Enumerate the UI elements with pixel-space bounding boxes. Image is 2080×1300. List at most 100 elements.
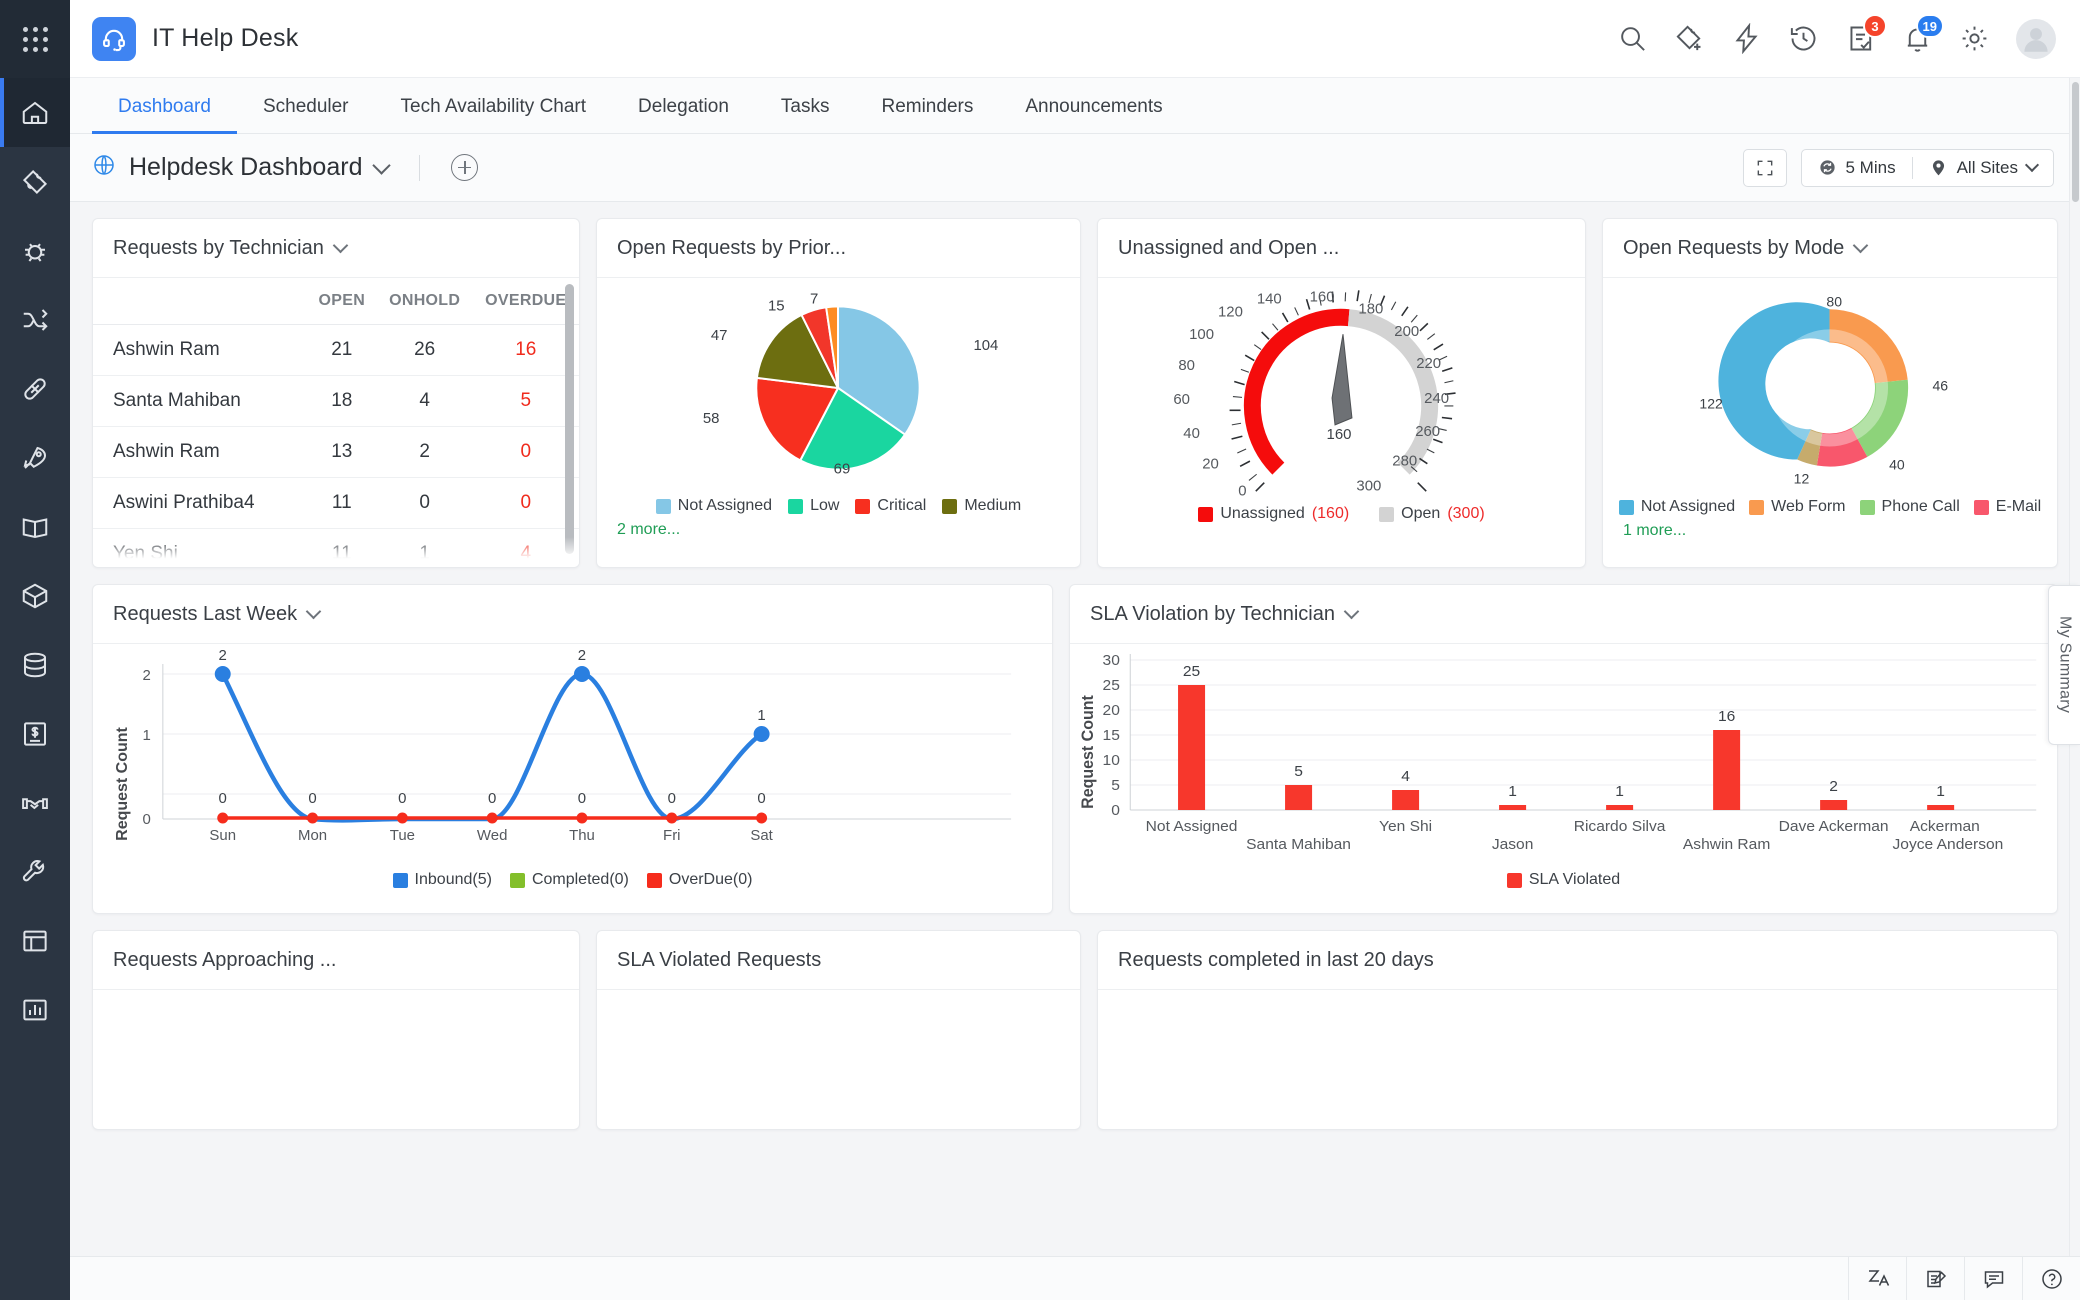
sidebar-item-releases[interactable] [0,354,70,423]
sidebar-item-projects[interactable] [0,423,70,492]
user-avatar[interactable] [2016,19,2056,59]
settings-icon[interactable] [1959,23,1990,54]
tab-tech-availability-chart[interactable]: Tech Availability Chart [375,96,613,133]
site-selector[interactable]: All Sites [1913,150,2053,186]
help-button[interactable] [2022,1257,2080,1300]
chevron-down-icon[interactable] [2025,158,2039,172]
legend-item-completed[interactable]: Completed(0) [510,871,629,889]
gauge-chart-unassigned-open[interactable]: 0 20 40 60 80 100 120 140 160 180 200 [1098,278,1585,503]
zia-button[interactable] [1848,1257,1906,1300]
table-row[interactable]: Santa Mahiban 18 4 5 [93,376,579,427]
chat-button[interactable] [1964,1257,2022,1300]
technician-table-scroll[interactable]: OPEN ONHOLD OVERDUE Ashwin Ram 21 26 [93,278,579,567]
gauge-tick-20: 20 [1202,456,1219,473]
legend-item-low[interactable]: Low [788,497,839,515]
dashboard-toolbar: Helpdesk Dashboard 5 Mins A [70,134,2080,202]
notes-button[interactable] [1906,1257,1964,1300]
pie-chart-priority[interactable]: 104 69 58 47 15 7 [597,278,1080,493]
apps-grid-button[interactable] [0,0,70,78]
my-summary-tab[interactable]: My Summary [2048,585,2080,745]
sidebar-item-reports[interactable] [0,975,70,1044]
legend-more-link[interactable]: 1 more... [1623,522,1686,539]
widget-header[interactable]: SLA Violation by Technician [1070,585,2057,644]
sidebar-item-problems[interactable] [0,216,70,285]
sidebar-item-requests[interactable] [0,147,70,216]
legend-item-sla-violated[interactable]: SLA Violated [1507,871,1620,889]
legend-item-email[interactable]: E-Mail [1974,498,2041,516]
widget-header[interactable]: Requests Last Week [93,585,1052,644]
tab-reminders[interactable]: Reminders [855,96,999,133]
widget-header[interactable]: Unassigned and Open ... [1098,219,1585,278]
table-scrollbar[interactable] [565,284,574,554]
line-chart-requests-last-week[interactable]: Request Count 2 1 0 [93,644,1052,859]
tab-dashboard[interactable]: Dashboard [92,96,237,133]
sidebar-item-home[interactable] [0,78,70,147]
bar-chart-sla-violation[interactable]: Request Count [1070,644,2057,859]
widget-header[interactable]: Open Requests by Mode [1603,219,2057,278]
sidebar-item-spaces[interactable] [0,906,70,975]
search-icon[interactable] [1617,23,1648,54]
legend-item-medium[interactable]: Medium [942,497,1021,515]
dashboard-selector[interactable]: Helpdesk Dashboard [92,153,478,182]
widget-header[interactable]: Requests Approaching ... [93,931,579,990]
legend-more-link[interactable]: 2 more... [617,521,680,538]
legend-item-critical[interactable]: Critical [855,497,926,515]
quick-actions-icon[interactable] [1731,23,1762,54]
chevron-down-icon[interactable] [1344,604,1360,620]
notifications-icon[interactable]: 19 [1902,23,1933,54]
tab-scheduler[interactable]: Scheduler [237,96,375,133]
plus-circle-icon[interactable] [451,154,478,181]
chevron-down-icon[interactable] [373,156,391,174]
tab-tasks[interactable]: Tasks [755,96,856,133]
tab-announcements[interactable]: Announcements [999,96,1188,133]
sidebar-item-setup[interactable] [0,837,70,906]
table-row[interactable]: Ashwin Ram 13 2 0 [93,427,579,478]
fullscreen-icon [1755,158,1775,178]
dashboard-name[interactable]: Helpdesk Dashboard [129,153,362,182]
chevron-down-icon[interactable] [306,604,322,620]
fullscreen-button[interactable] [1743,149,1787,187]
gauge-tick-280: 280 [1392,453,1417,470]
sidebar-items [0,78,70,1044]
chevron-down-icon[interactable] [333,238,349,254]
table-row[interactable]: Ashwin Ram 21 26 16 [93,325,579,376]
gauge-center-value: 160 [1327,426,1352,443]
cell-overdue: 0 [473,478,579,529]
legend-item-not-assigned[interactable]: Not Assigned [656,497,772,515]
technician-table: OPEN ONHOLD OVERDUE Ashwin Ram 21 26 [93,278,579,567]
legend-item-web-form[interactable]: Web Form [1749,498,1845,516]
refresh-interval-label: 5 Mins [1846,158,1896,178]
tab-delegation[interactable]: Delegation [612,96,755,133]
brand[interactable]: IT Help Desk [92,17,298,61]
widget-header[interactable]: Open Requests by Prior... [597,219,1080,278]
approvals-icon[interactable]: 3 [1845,23,1876,54]
widget-header[interactable]: Requests by Technician [93,219,579,278]
sidebar-item-changes[interactable] [0,285,70,354]
refresh-interval-button[interactable]: 5 Mins [1802,150,1912,186]
table-row[interactable]: Aswini Prathiba4 11 0 0 [93,478,579,529]
legend-item-overdue[interactable]: OverDue(0) [647,871,753,889]
sidebar-item-purchase[interactable] [0,699,70,768]
legend-item-phone-call[interactable]: Phone Call [1860,498,1960,516]
sidebar-item-cmdb[interactable] [0,630,70,699]
widget-header[interactable]: SLA Violated Requests [597,931,1080,990]
widget-header[interactable]: Requests completed in last 20 days [1098,931,2057,990]
history-icon[interactable] [1788,23,1819,54]
sidebar-item-solutions[interactable] [0,492,70,561]
widget-open-requests-by-mode: Open Requests by Mode [1602,218,2058,568]
pie-label-58: 58 [703,410,720,427]
sidebar-item-contracts[interactable] [0,768,70,837]
legend-item-open[interactable]: Open (300) [1379,505,1485,523]
legend-item-unassigned[interactable]: Unassigned (160) [1198,505,1349,523]
x-tick-jason: Jason [1492,836,1534,853]
legend-item-not-assigned[interactable]: Not Assigned [1619,498,1735,516]
sidebar-item-assets[interactable] [0,561,70,630]
cell-technician: Aswini Prathiba4 [93,478,307,529]
chevron-down-icon[interactable] [1853,238,1869,254]
globe-icon [92,153,116,182]
add-ticket-icon[interactable] [1674,23,1705,54]
donut-chart-mode[interactable]: 80 46 40 12 122 [1603,278,2057,496]
overdue-label-wed: 0 [488,790,496,807]
legend-item-inbound[interactable]: Inbound(5) [393,871,492,889]
cell-technician: Ashwin Ram [93,325,307,376]
